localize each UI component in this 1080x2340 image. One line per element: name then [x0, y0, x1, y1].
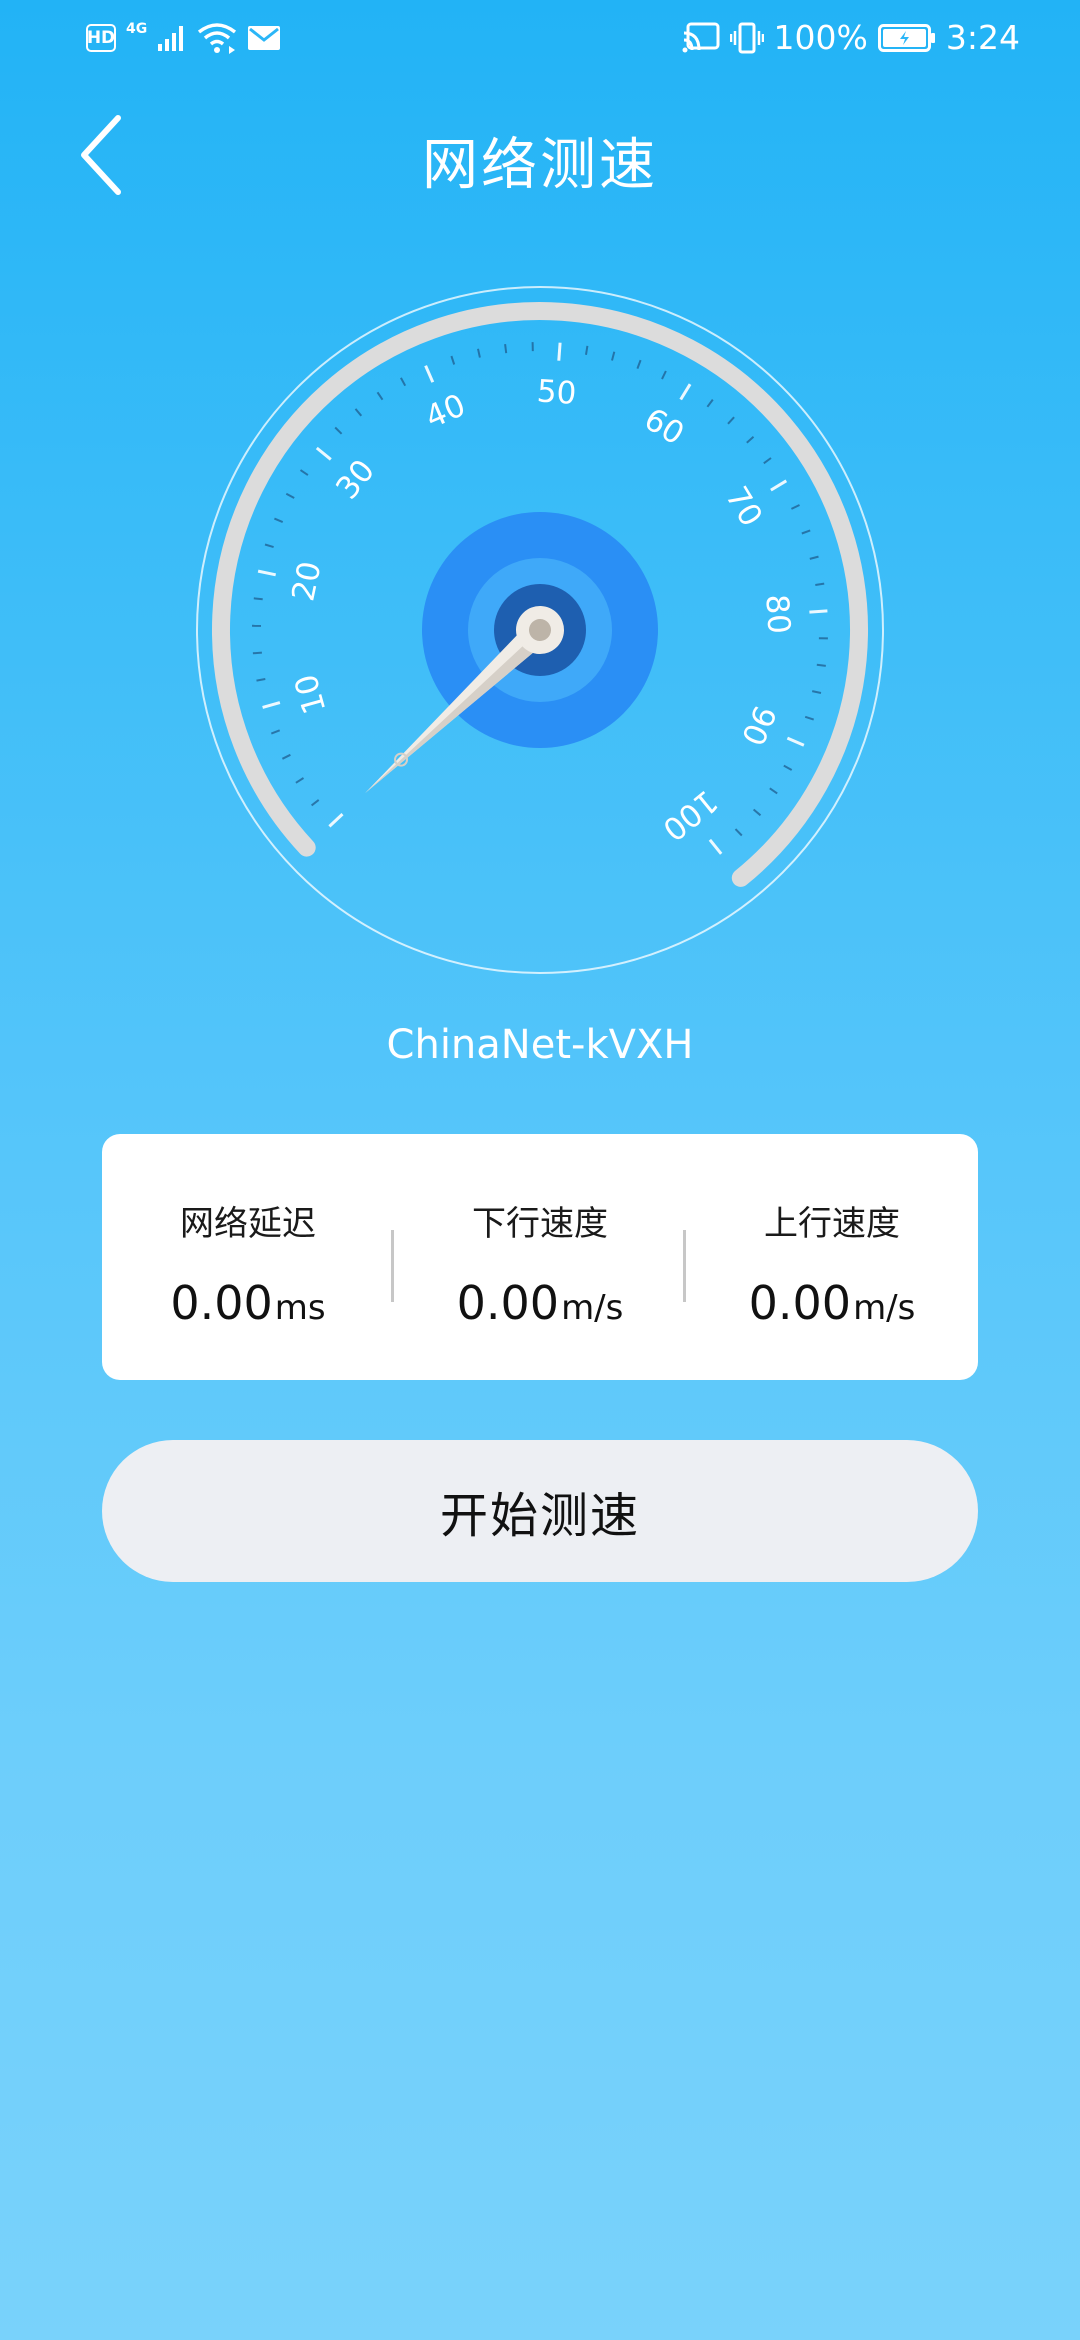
gauge-minor-tick: [400, 377, 407, 387]
gauge-major-tick: [557, 342, 562, 361]
gauge-tick-label: 100: [655, 782, 724, 847]
gauge-tick-label: 40: [420, 387, 471, 436]
gauge-minor-tick: [783, 764, 793, 771]
download-label: 下行速度: [472, 1204, 608, 1244]
gauge-tick-label: 60: [638, 401, 690, 452]
gauge-minor-tick: [746, 435, 755, 444]
gauge-minor-tick: [815, 582, 825, 586]
gauge-minor-tick: [727, 416, 735, 425]
gauge-minor-tick: [816, 663, 826, 667]
gauge-minor-tick: [706, 399, 714, 408]
start-test-button[interactable]: 开始测速: [102, 1440, 978, 1582]
battery-charging-icon: [877, 23, 936, 52]
gauge-minor-tick: [450, 355, 456, 365]
vibrate-icon: [729, 21, 764, 55]
gauge-tick-label: 90: [734, 700, 783, 751]
status-bar-right: 100% 3:24: [682, 18, 1020, 57]
latency-value-row: 0.00ms: [102, 1276, 394, 1330]
stats-card: 网络延迟 0.00ms 下行速度 0.00m/s 上行速度 0.00m/s: [102, 1134, 978, 1380]
download-value: 0.00: [456, 1276, 560, 1330]
mail-icon: [247, 25, 281, 51]
gauge-minor-tick: [611, 351, 616, 361]
gauge-minor-tick: [334, 426, 343, 435]
latency-label: 网络延迟: [180, 1204, 316, 1244]
gauge-major-tick: [262, 701, 281, 709]
gauge-minor-tick: [734, 828, 743, 837]
gauge-minor-tick: [585, 345, 589, 355]
gauge-tick-label: 10: [288, 670, 333, 718]
gauge-major-tick: [770, 479, 788, 492]
gauge-minor-tick: [281, 753, 291, 760]
upload-stat: 上行速度 0.00m/s: [686, 1134, 978, 1380]
gauge-major-tick: [809, 609, 828, 614]
gauge-minor-tick: [504, 343, 508, 354]
gauge-minor-tick: [477, 348, 481, 358]
upload-unit: m/s: [853, 1288, 916, 1328]
gauge-minor-tick: [299, 469, 309, 476]
wifi-icon: [197, 22, 237, 54]
gauge-major-tick: [328, 813, 344, 828]
gauge-minor-tick: [285, 492, 295, 499]
download-stat: 下行速度 0.00m/s: [394, 1134, 686, 1380]
gauge-major-tick: [786, 736, 805, 747]
page-title: 网络测速: [422, 133, 658, 198]
gauge-tick-label: 70: [718, 481, 769, 533]
gauge-svg: 10 20 30 40 50 60 70 80 90100: [196, 286, 884, 974]
gauge-minor-tick: [295, 777, 305, 784]
gauge-minor-tick: [376, 391, 384, 401]
gauge-tick-label: 50: [536, 373, 578, 412]
gauge-major-tick: [679, 383, 692, 401]
gauge-minor-tick: [769, 787, 778, 795]
battery-percent: 100%: [773, 18, 868, 57]
clock: 3:24: [945, 18, 1020, 57]
gauge-minor-tick: [804, 715, 815, 721]
gauge-minor-tick: [264, 543, 274, 549]
gauge-minor-tick: [256, 678, 266, 682]
download-value-row: 0.00m/s: [394, 1276, 686, 1330]
gauge-minor-tick: [270, 729, 281, 735]
network-name: ChinaNet-kVXH: [386, 1022, 694, 1068]
gauge-minor-tick: [801, 529, 811, 535]
gauge-minor-tick: [661, 370, 667, 380]
latency-unit: ms: [274, 1288, 326, 1328]
gauge-tick-label: 30: [329, 453, 382, 506]
gauge-minor-tick: [811, 690, 822, 694]
gauge-minor-tick: [790, 504, 800, 510]
signal-icon: [157, 24, 187, 52]
gauge-minor-tick: [253, 597, 263, 601]
header: 网络测速: [0, 96, 1080, 216]
gauge-minor-tick: [274, 517, 284, 524]
gauge-major-tick: [257, 569, 277, 577]
gauge-major-tick: [708, 838, 723, 855]
speed-gauge: 10 20 30 40 50 60 70 80 90 100: [190, 280, 890, 980]
gauge-major-tick: [424, 365, 435, 383]
gauge-minor-tick: [636, 359, 642, 369]
upload-label: 上行速度: [764, 1204, 900, 1244]
cast-icon: [682, 22, 720, 54]
gauge-minor-tick: [752, 808, 762, 817]
upload-value: 0.00: [748, 1276, 852, 1330]
gauge-major-tick: [315, 446, 332, 461]
gauge-minor-tick: [809, 555, 819, 560]
status-bar-left: HD 4G: [86, 21, 281, 54]
network-type: 4G: [126, 21, 148, 37]
latency-value: 0.00: [170, 1276, 273, 1330]
hd-badge: HD: [86, 24, 116, 52]
upload-value-row: 0.00m/s: [686, 1276, 978, 1330]
gauge-minor-tick: [252, 651, 262, 655]
gauge-tick-label: 80: [758, 593, 797, 635]
gauge-minor-tick: [354, 408, 363, 417]
gauge-minor-tick: [310, 799, 320, 807]
gauge-minor-tick: [763, 457, 772, 465]
status-bar: HD 4G 100% 3:24: [0, 0, 1080, 84]
download-unit: m/s: [561, 1288, 624, 1328]
gauge-tick-label: 20: [285, 558, 328, 604]
latency-stat: 网络延迟 0.00ms: [102, 1134, 394, 1380]
